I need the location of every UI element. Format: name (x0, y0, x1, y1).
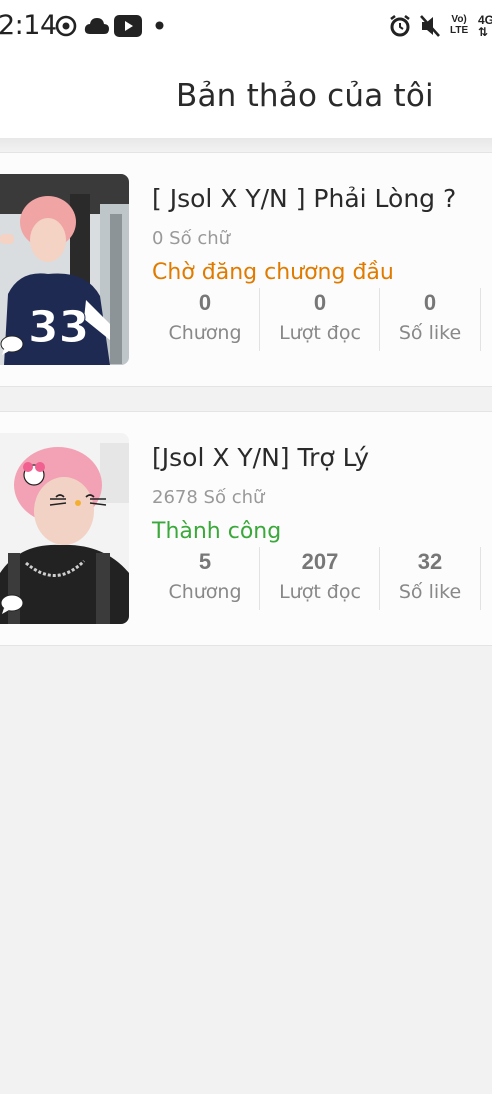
stat-label: Số like (398, 322, 462, 344)
stat-divider (259, 547, 260, 610)
status-badge: Thành công (152, 519, 282, 544)
stat-label: Lượt đọc (279, 581, 361, 603)
stat-value: 5 (198, 549, 212, 574)
svg-text:33: 33 (28, 302, 89, 353)
data-arrows-icon: ⇅ (478, 25, 489, 39)
story-title[interactable]: [ Jsol X Y/N ] Phải Lòng ? (152, 184, 456, 213)
cover-image[interactable]: 33 (0, 174, 129, 365)
stat-reads: 0 Lượt đọc (272, 288, 368, 352)
header-divider (0, 138, 492, 152)
draft-card[interactable]: [Jsol X Y/N] Trợ Lý 2678 Số chữ Thành cô… (0, 411, 492, 646)
volte-label: Vo) LTE (450, 14, 469, 36)
draft-card[interactable]: 33 [ Jsol X Y/N ] Phải Lòng ? 0 Số chữ C… (0, 152, 492, 387)
cloud-icon (84, 18, 109, 34)
stat-value: 32 (417, 549, 443, 574)
stat-divider (259, 288, 260, 351)
alarm-icon (390, 14, 410, 37)
mute-icon (420, 15, 440, 37)
stat-value: 0 (423, 290, 437, 315)
stat-reads: 207 Lượt đọc (272, 547, 368, 611)
word-count: 2678 Số chữ (152, 487, 265, 508)
stat-label: Chương (168, 581, 242, 603)
comment-bubble-icon (0, 335, 24, 355)
status-bar: 2:14 Vo) LTE 4G ⇅ (0, 0, 492, 52)
word-count: 0 Số chữ (152, 228, 231, 249)
cover-image[interactable] (0, 433, 129, 624)
app-header: Bản thảo của tôi (0, 52, 492, 138)
stat-label: Số like (398, 581, 462, 603)
stat-value: 0 (313, 290, 327, 315)
sync-icon (55, 15, 77, 37)
stat-chapters: 5 Chương (160, 547, 250, 611)
stat-label: Chương (168, 322, 242, 344)
comment-bubble-icon (0, 594, 24, 614)
status-time: 2:14 (0, 10, 57, 41)
stat-likes: 0 Số like (390, 288, 470, 352)
stat-value: 0 (198, 290, 212, 315)
stat-divider (379, 288, 380, 351)
stat-divider (379, 547, 380, 610)
story-title[interactable]: [Jsol X Y/N] Trợ Lý (152, 443, 369, 472)
page-title: Bản thảo của tôi (176, 78, 434, 114)
stat-likes: 32 Số like (390, 547, 470, 611)
stat-divider (480, 547, 481, 610)
signal-label: 4G ⇅ (478, 14, 492, 38)
status-badge: Chờ đăng chương đầu (152, 260, 394, 285)
stat-value: 207 (301, 549, 339, 574)
stat-chapters: 0 Chương (160, 288, 250, 352)
notification-dot-icon (155, 21, 164, 30)
youtube-icon (114, 15, 142, 37)
stat-divider (480, 288, 481, 351)
stat-label: Lượt đọc (279, 322, 361, 344)
